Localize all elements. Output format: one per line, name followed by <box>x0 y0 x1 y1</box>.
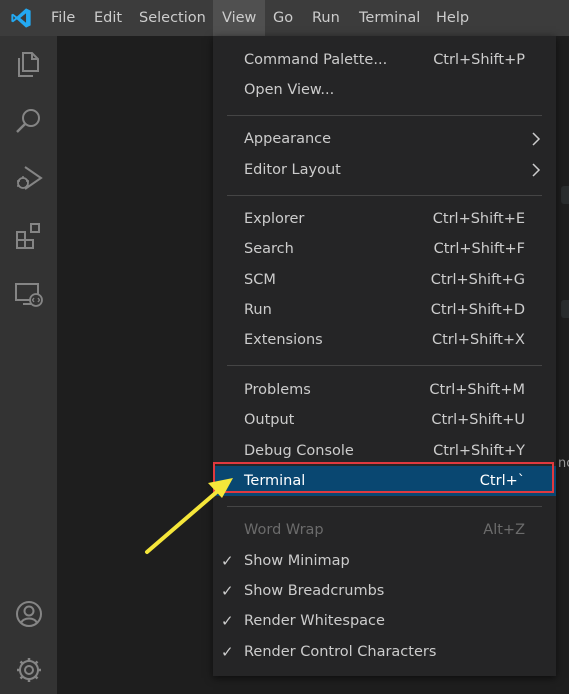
menu-edit[interactable]: Edit <box>94 0 122 36</box>
menu-selection[interactable]: Selection <box>139 0 206 36</box>
menu-word-wrap[interactable]: Word Wrap Alt+Z <box>213 515 556 545</box>
menu-terminal[interactable]: Terminal <box>359 0 420 36</box>
menu-item-shortcut: Ctrl+Shift+U <box>431 412 525 428</box>
explorer-icon[interactable] <box>12 47 46 81</box>
checkmark-icon: ✓ <box>221 643 234 661</box>
menu-separator <box>227 195 542 196</box>
menu-item-shortcut: Ctrl+Shift+D <box>430 302 525 318</box>
menu-item-shortcut: Alt+Z <box>483 522 525 538</box>
checkmark-icon: ✓ <box>221 612 234 630</box>
menu-item-label: Debug Console <box>244 443 354 459</box>
menu-command-palette[interactable]: Command Palette... Ctrl+Shift+P <box>213 45 556 75</box>
menu-show-minimap[interactable]: ✓ Show Minimap <box>213 546 556 576</box>
menu-scm[interactable]: SCM Ctrl+Shift+G <box>213 265 556 295</box>
menu-item-label: Search <box>244 241 294 257</box>
editor-edge-marker <box>561 186 569 204</box>
vscode-logo-icon <box>11 8 31 28</box>
menu-item-shortcut: Ctrl+Shift+P <box>433 52 525 68</box>
menu-search[interactable]: Search Ctrl+Shift+F <box>213 234 556 264</box>
menu-item-label: Output <box>244 412 295 428</box>
chevron-right-icon <box>532 132 541 146</box>
menu-item-label: Render Control Characters <box>244 644 437 660</box>
menu-separator <box>227 115 542 116</box>
title-bar: File Edit Selection View Go Run Terminal… <box>0 0 569 36</box>
menu-help[interactable]: Help <box>436 0 469 36</box>
remote-explorer-icon[interactable] <box>12 277 46 311</box>
menu-appearance[interactable]: Appearance <box>213 124 556 154</box>
account-icon[interactable] <box>12 597 46 631</box>
menu-separator <box>227 365 542 366</box>
extensions-icon[interactable] <box>12 219 46 253</box>
menu-open-view[interactable]: Open View... <box>213 75 556 105</box>
menu-item-shortcut: Ctrl+Shift+Y <box>433 443 525 459</box>
menu-item-label: Appearance <box>244 131 332 147</box>
menu-show-breadcrumbs[interactable]: ✓ Show Breadcrumbs <box>213 576 556 606</box>
menu-file[interactable]: File <box>51 0 75 36</box>
menu-item-label: Terminal <box>244 473 306 489</box>
editor-edge-marker <box>561 300 569 318</box>
search-icon[interactable] <box>12 104 46 138</box>
menu-item-shortcut: Ctrl+Shift+F <box>433 241 525 257</box>
checkmark-icon: ✓ <box>221 552 234 570</box>
manage-gear-icon[interactable] <box>12 653 46 687</box>
menu-item-label: Problems <box>244 382 311 398</box>
menu-go[interactable]: Go <box>273 0 293 36</box>
menu-render-whitespace[interactable]: ✓ Render Whitespace <box>213 606 556 636</box>
menu-explorer[interactable]: Explorer Ctrl+Shift+E <box>213 204 556 234</box>
menu-item-label: Show Minimap <box>244 553 350 569</box>
menu-render-control-characters[interactable]: ✓ Render Control Characters <box>213 637 556 667</box>
menu-item-shortcut: Ctrl+Shift+M <box>429 382 525 398</box>
menu-item-shortcut: Ctrl+Shift+E <box>432 211 525 227</box>
menu-run[interactable]: Run <box>312 0 340 36</box>
menu-item-label: Editor Layout <box>244 162 341 178</box>
menu-item-label: Extensions <box>244 332 323 348</box>
menu-item-label: Open View... <box>244 82 335 98</box>
checkmark-icon: ✓ <box>221 582 234 600</box>
menu-separator <box>227 506 542 507</box>
chevron-right-icon <box>532 163 541 177</box>
view-menu-dropdown: Command Palette... Ctrl+Shift+P Open Vie… <box>213 36 556 676</box>
menu-run[interactable]: Run Ctrl+Shift+D <box>213 295 556 325</box>
menu-item-label: Show Breadcrumbs <box>244 583 385 599</box>
menu-item-label: Render Whitespace <box>244 613 385 629</box>
menu-view[interactable]: View <box>213 0 266 36</box>
run-debug-icon[interactable] <box>12 161 46 195</box>
menu-extensions[interactable]: Extensions Ctrl+Shift+X <box>213 325 556 355</box>
menu-terminal-item[interactable]: Terminal Ctrl+` <box>213 466 556 496</box>
activity-bar <box>0 36 57 694</box>
menu-problems[interactable]: Problems Ctrl+Shift+M <box>213 375 556 405</box>
menu-item-label: Command Palette... <box>244 52 388 68</box>
menu-item-shortcut: Ctrl+` <box>479 473 525 489</box>
menu-output[interactable]: Output Ctrl+Shift+U <box>213 405 556 435</box>
editor-edge-text: nc <box>558 456 569 471</box>
menu-debug-console[interactable]: Debug Console Ctrl+Shift+Y <box>213 436 556 466</box>
menu-item-label: SCM <box>244 272 276 288</box>
menu-item-shortcut: Ctrl+Shift+G <box>430 272 525 288</box>
menu-item-shortcut: Ctrl+Shift+X <box>432 332 525 348</box>
menu-item-label: Word Wrap <box>244 522 324 538</box>
menu-item-label: Run <box>244 302 272 318</box>
menu-editor-layout[interactable]: Editor Layout <box>213 155 556 185</box>
menu-item-label: Explorer <box>244 211 305 227</box>
